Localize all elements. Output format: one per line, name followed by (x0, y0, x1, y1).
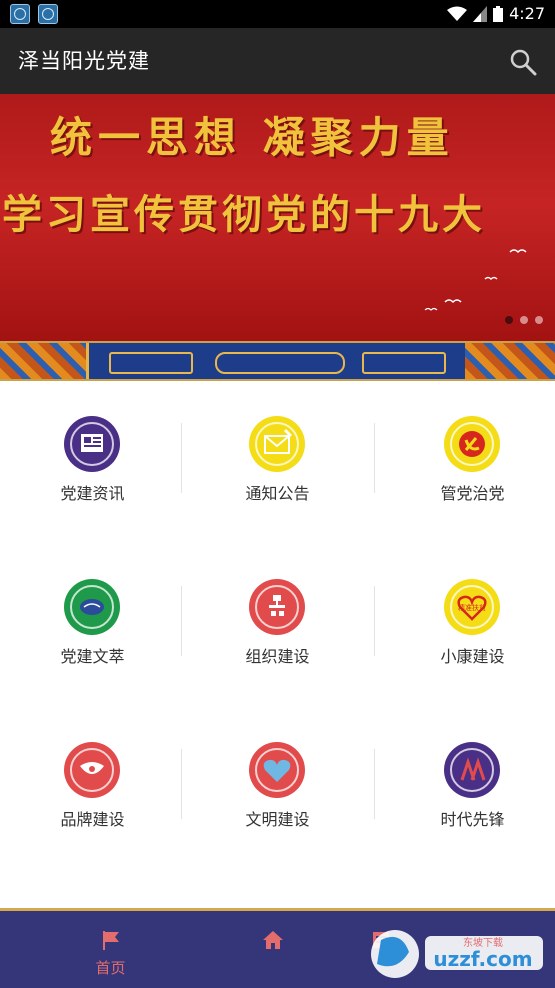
watermark-logo: 东坡下载 uzzf.com (371, 930, 543, 978)
grid-item-articles[interactable]: 党建文萃 (0, 546, 185, 709)
grid-item-governance[interactable]: 管党治党 (380, 383, 555, 546)
app-icon (38, 4, 58, 24)
grid-item-brand[interactable]: 品牌建设 (0, 709, 185, 872)
grid-row: 党建文萃 组织建设 精准扶贫 小康建设 (0, 546, 555, 709)
grid-item-label: 党建文萃 (60, 647, 125, 666)
grid-row: 品牌建设 文明建设 时代先锋 (0, 709, 555, 872)
envelope-icon (249, 416, 305, 472)
grid-item-label: 管党治党 (440, 484, 505, 503)
app-icon (10, 4, 30, 24)
grid-item-label: 品牌建设 (60, 810, 125, 829)
status-time: 4:27 (509, 4, 545, 23)
grid-item-prosperity[interactable]: 精准扶贫 小康建设 (380, 546, 555, 709)
carousel-dot[interactable] (520, 316, 528, 324)
grid-row: 党建资讯 通知公告 管党治党 (0, 383, 555, 546)
grid-item-label: 时代先锋 (440, 810, 505, 829)
wifi-icon (447, 6, 468, 21)
birds-decoration (424, 249, 527, 311)
book-icon (64, 579, 120, 635)
carousel-dot[interactable] (535, 316, 543, 324)
carousel-dot[interactable] (505, 316, 513, 324)
grid-item-label: 文明建设 (245, 810, 310, 829)
grid-item-notices[interactable]: 通知公告 (185, 383, 370, 546)
banner-carousel[interactable]: 统一思想 凝聚力量 学习宣传贯彻党的十九大 (0, 94, 555, 341)
ornament-left (0, 343, 90, 379)
newspaper-icon (64, 416, 120, 472)
grid-item-civilization[interactable]: 文明建设 (185, 709, 370, 872)
banner-slogan-line2: 学习宣传贯彻党的十九大 (2, 191, 486, 238)
grid-item-label: 组织建设 (245, 647, 310, 666)
heart-badge-icon: 精准扶贫 (444, 579, 500, 635)
battery-icon (493, 5, 504, 22)
pioneer-icon (444, 742, 500, 798)
grid-item-label: 小康建设 (440, 647, 505, 666)
signal-icon (473, 5, 488, 22)
grid-item-news[interactable]: 党建资讯 (0, 383, 185, 546)
badge-text: 精准扶贫 (458, 603, 486, 612)
flag-icon (103, 931, 119, 950)
banner-slogan-line1: 统一思想 凝聚力量 (50, 113, 455, 162)
app-toolbar: 泽当阳光党建 (0, 28, 555, 94)
flag-brand-icon (64, 742, 120, 798)
grid-item-label: 党建资讯 (60, 484, 125, 503)
app-title: 泽当阳光党建 (18, 49, 150, 73)
search-icon[interactable] (509, 48, 537, 76)
tab-home-page[interactable]: 首页 (18, 911, 203, 988)
grid-item-label: 通知公告 (245, 484, 310, 503)
heart-icon (249, 742, 305, 798)
status-bar: 4:27 (0, 0, 555, 28)
tab-label: 首页 (95, 959, 126, 977)
ornament-right (465, 343, 555, 379)
svg-text:uzzf.com: uzzf.com (433, 947, 532, 971)
grid-item-organization[interactable]: 组织建设 (185, 546, 370, 709)
grid-item-pioneers[interactable]: 时代先锋 (380, 709, 555, 872)
carousel-indicator (505, 316, 543, 324)
function-grid: 党建资讯 通知公告 管党治党 党建文萃 组织建设 精准扶贫 小康建设 品牌建设 … (0, 383, 555, 872)
hammer-sickle-icon (444, 416, 500, 472)
organization-icon (249, 579, 305, 635)
ornamental-border (0, 341, 555, 381)
ornament-center (86, 343, 469, 379)
home-icon (263, 931, 283, 949)
